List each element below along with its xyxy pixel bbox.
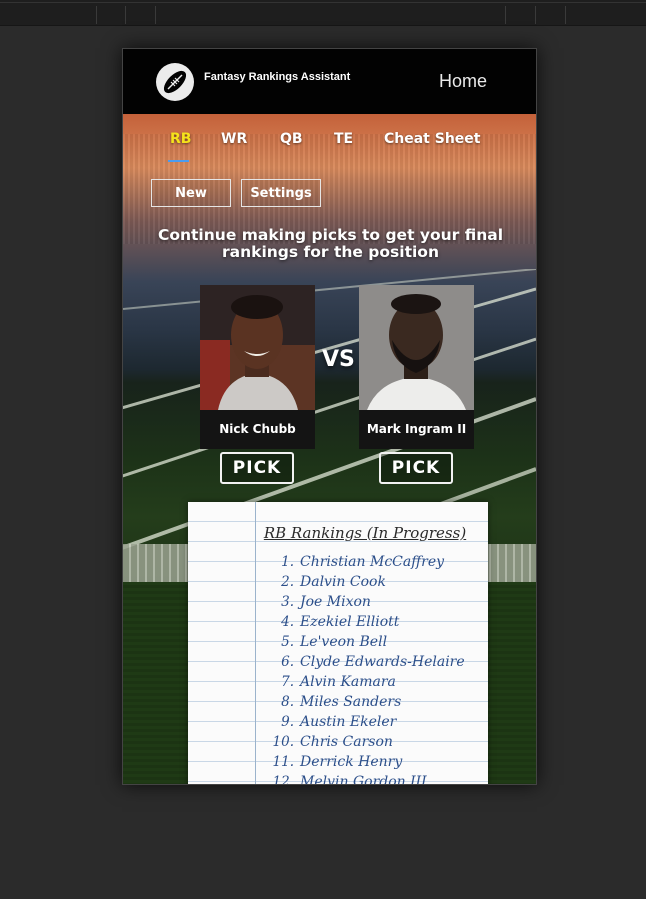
- rank-player-name: Dalvin Cook: [300, 574, 386, 590]
- list-item: 1. Christian McCaffrey: [188, 553, 488, 573]
- player-photo: [359, 285, 474, 410]
- rank-number: 8.: [281, 694, 294, 710]
- chrome-separator: [565, 6, 566, 24]
- rank-number: 12.: [272, 774, 294, 785]
- rank-player-name: Austin Ekeler: [300, 714, 397, 730]
- rank-number: 3.: [281, 594, 294, 610]
- rank-number: 7.: [281, 674, 294, 690]
- rank-player-name: Le'veon Bell: [300, 634, 388, 650]
- position-tabs: RB WR QB TE Cheat Sheet: [123, 127, 536, 167]
- list-item: 2. Dalvin Cook: [188, 573, 488, 593]
- list-item: 11. Derrick Henry: [188, 753, 488, 773]
- rankings-title: RB Rankings (In Progress): [263, 524, 467, 542]
- chrome-separator: [96, 6, 97, 24]
- rank-player-name: Derrick Henry: [300, 754, 403, 770]
- vs-label: VS: [322, 347, 355, 372]
- rank-number: 9.: [281, 714, 294, 730]
- chrome-divider: [0, 2, 646, 3]
- rank-number: 4.: [281, 614, 294, 630]
- browser-chrome: [0, 0, 646, 26]
- list-item: 9. Austin Ekeler: [188, 713, 488, 733]
- rank-number: 2.: [281, 574, 294, 590]
- chrome-separator: [125, 6, 126, 24]
- list-item: 8. Miles Sanders: [188, 693, 488, 713]
- settings-button[interactable]: Settings: [241, 179, 321, 207]
- tab-te[interactable]: TE: [334, 131, 353, 147]
- list-item: 12. Melvin Gordon III: [188, 773, 488, 785]
- rank-number: 5.: [281, 634, 294, 650]
- home-link[interactable]: Home: [439, 71, 487, 92]
- new-button[interactable]: New: [151, 179, 231, 207]
- active-tab-indicator: [168, 160, 189, 162]
- pick-left-button[interactable]: PICK: [220, 452, 294, 484]
- list-item: 10. Chris Carson: [188, 733, 488, 753]
- list-item: 7. Alvin Kamara: [188, 673, 488, 693]
- rank-player-name: Christian McCaffrey: [300, 554, 445, 570]
- rankings-notebook: RB Rankings (In Progress) 1. Christian Mc…: [188, 502, 488, 785]
- tab-qb[interactable]: QB: [280, 131, 303, 147]
- list-item: 4. Ezekiel Elliott: [188, 613, 488, 633]
- rank-player-name: Ezekiel Elliott: [300, 614, 400, 630]
- football-icon[interactable]: [155, 62, 195, 102]
- chrome-separator: [155, 6, 156, 24]
- chrome-separator: [505, 6, 506, 24]
- rank-number: 10.: [272, 734, 294, 750]
- rank-player-name: Chris Carson: [300, 734, 393, 750]
- app-header: Fantasy Rankings Assistant Home: [123, 49, 536, 114]
- list-item: 3. Joe Mixon: [188, 593, 488, 613]
- rank-player-name: Miles Sanders: [300, 694, 402, 710]
- tab-cheat-sheet[interactable]: Cheat Sheet: [384, 131, 480, 147]
- rank-number: 1.: [281, 554, 294, 570]
- app-title: Fantasy Rankings Assistant: [204, 71, 351, 83]
- rank-player-name: Alvin Kamara: [300, 674, 396, 690]
- player-card-right: Mark Ingram II: [359, 285, 474, 449]
- player-name-right: Mark Ingram II: [366, 422, 467, 436]
- tab-rb[interactable]: RB: [170, 131, 191, 147]
- list-item: 5. Le'veon Bell: [188, 633, 488, 653]
- tab-wr[interactable]: WR: [221, 131, 247, 147]
- rank-player-name: Clyde Edwards-Helaire: [300, 654, 465, 670]
- rank-player-name: Melvin Gordon III: [300, 774, 427, 785]
- rank-number: 6.: [281, 654, 294, 670]
- player-card-left: Nick Chubb: [200, 285, 315, 449]
- player-photo: [200, 285, 315, 410]
- rank-player-name: Joe Mixon: [300, 594, 371, 610]
- instruction-text: Continue making picks to get your final …: [157, 226, 504, 261]
- app-viewport: Fantasy Rankings Assistant Home RB WR QB…: [122, 48, 537, 785]
- chrome-separator: [535, 6, 536, 24]
- list-item: 6. Clyde Edwards-Helaire: [188, 653, 488, 673]
- rankings-list: 1. Christian McCaffrey 2. Dalvin Cook 3. Joe …: [188, 553, 488, 785]
- pick-right-button[interactable]: PICK: [379, 452, 453, 484]
- rank-number: 11.: [272, 754, 294, 770]
- player-name-left: Nick Chubb: [219, 422, 296, 436]
